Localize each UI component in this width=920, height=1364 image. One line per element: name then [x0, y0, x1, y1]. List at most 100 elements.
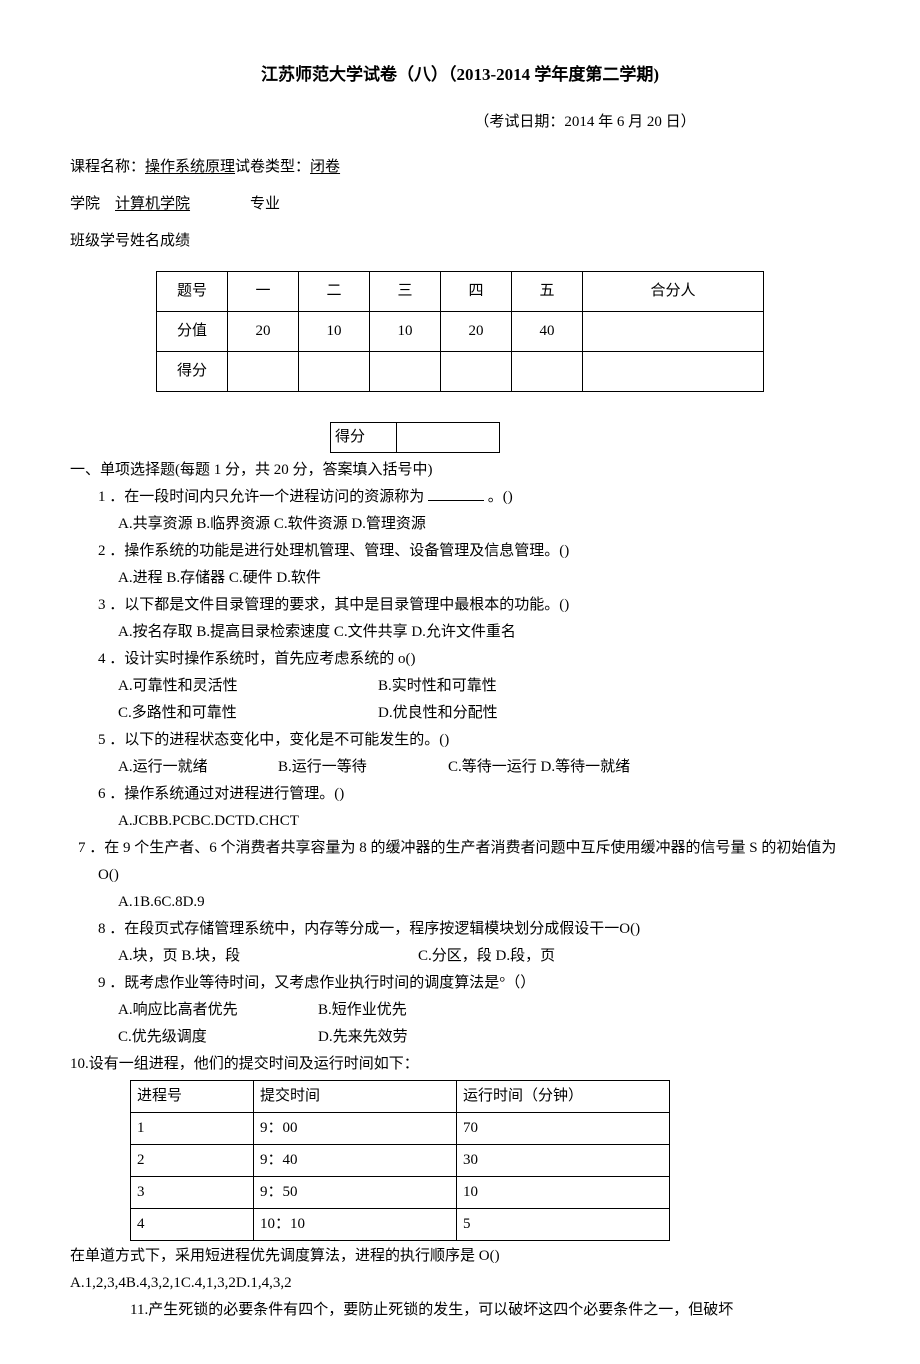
question-3: 3 ．以下都是文件目录管理的要求，其中是目录管理中最根本的功能。(): [98, 592, 850, 619]
header-cell: 四: [441, 271, 512, 311]
value-cell: [583, 311, 764, 351]
q4-options-row1: A.可靠性和灵活性B.实时性和可靠性: [118, 673, 850, 700]
header-cell: 一: [228, 271, 299, 311]
q8-opt-ab: A.块，页 B.块，段: [118, 943, 418, 970]
paper-type: 闭卷: [310, 159, 340, 175]
question-7: 7 ．在 9 个生产者、6 个消费者共享容量为 8 的缓冲器的生产者消费者问题中…: [98, 835, 850, 889]
q5-options: A.运行一就绪B.运行一等待C.等待一运行 D.等待一就绪: [118, 754, 850, 781]
blank-line: [428, 485, 484, 501]
header-cell: 二: [299, 271, 370, 311]
q1-options: A.共享资源 B.临界资源 C.软件资源 D.管理资源: [118, 511, 850, 538]
empty-cell: [299, 351, 370, 391]
q9-options-row1: A.响应比高者优先B.短作业优先: [118, 997, 850, 1024]
section-1-head: 一、单项选择题(每题 1 分，共 20 分，答案填入括号中): [70, 457, 850, 484]
header-cell: 进程号: [131, 1080, 254, 1112]
q4-opt-a: A.可靠性和灵活性: [118, 673, 378, 700]
meta-line-1: 课程名称：操作系统原理试卷类型：闭卷: [70, 154, 850, 181]
q6-options: A.JCBB.PCBC.DCTD.CHCT: [118, 808, 850, 835]
q10-options: A.1,2,3,4B.4,3,2,1C.4,1,3,2D.1,4,3,2: [70, 1270, 850, 1297]
q5-opt-b: B.运行一等待: [278, 754, 448, 781]
cell: 9：00: [254, 1112, 457, 1144]
q4-opt-d: D.优良性和分配性: [378, 700, 498, 727]
header-cell: 三: [370, 271, 441, 311]
table-row: 3 9：50 10: [131, 1176, 670, 1208]
q4-options-row2: C.多路性和可靠性D.优良性和分配性: [118, 700, 850, 727]
course-name: 操作系统原理: [145, 159, 235, 175]
value-cell: 10: [299, 311, 370, 351]
cell: 4: [131, 1208, 254, 1240]
header-cell: 五: [512, 271, 583, 311]
process-table: 进程号 提交时间 运行时间（分钟） 1 9：00 70 2 9：40 30 3 …: [130, 1080, 670, 1241]
cell: 9：50: [254, 1176, 457, 1208]
table-row: 题号 一 二 三 四 五 合分人: [157, 271, 764, 311]
q9-opt-c: C.优先级调度: [118, 1024, 318, 1051]
cell: 10：10: [254, 1208, 457, 1240]
question-2: 2 ．操作系统的功能是进行处理机管理、管理、设备管理及信息管理。(): [98, 538, 850, 565]
question-10: 10.设有一组进程，他们的提交时间及运行时间如下：: [70, 1051, 850, 1078]
q3-options: A.按名存取 B.提高目录检索速度 C.文件共享 D.允许文件重名: [118, 619, 850, 646]
cell: 2: [131, 1144, 254, 1176]
exam-date: （考试日期：2014 年 6 月 20 日）: [320, 109, 850, 136]
q9-opt-a: A.响应比高者优先: [118, 997, 318, 1024]
row-label: 分值: [157, 311, 228, 351]
meta-line-3: 班级学号姓名成绩: [70, 228, 850, 255]
question-5: 5 ．以下的进程状态变化中，变化是不可能发生的。(): [98, 727, 850, 754]
question-6: 6 ．操作系统通过对进程进行管理。(): [98, 781, 850, 808]
value-cell: 10: [370, 311, 441, 351]
meta-line-2: 学院 计算机学院 专业: [70, 191, 850, 218]
header-cell: 合分人: [583, 271, 764, 311]
paper-type-label: 试卷类型：: [235, 159, 310, 175]
cell: 30: [457, 1144, 670, 1176]
q1-text-a: 1 ．在一段时间内只允许一个进程访问的资源称为: [98, 489, 428, 505]
empty-cell: [441, 351, 512, 391]
cell: 1: [131, 1112, 254, 1144]
q8-options: A.块，页 B.块，段C.分区，段 D.段，页: [118, 943, 850, 970]
q10-tail: 在单道方式下，采用短进程优先调度算法，进程的执行顺序是 O(): [70, 1243, 850, 1270]
q4-opt-c: C.多路性和可靠性: [118, 700, 378, 727]
value-cell: 20: [228, 311, 299, 351]
q7-options: A.1B.6C.8D.9: [118, 889, 850, 916]
row-label: 得分: [157, 351, 228, 391]
major-label: 专业: [250, 196, 280, 212]
header-cell: 提交时间: [254, 1080, 457, 1112]
empty-cell: [370, 351, 441, 391]
q2-options: A.进程 B.存储器 C.硬件 D.软件: [118, 565, 850, 592]
q4-opt-b: B.实时性和可靠性: [378, 673, 497, 700]
table-row: 分值 20 10 10 20 40: [157, 311, 764, 351]
question-9: 9 ．既考虑作业等待时间，又考虑作业执行时间的调度算法是°（）: [98, 970, 850, 997]
header-cell: 题号: [157, 271, 228, 311]
q1-text-b: 。(): [484, 489, 513, 505]
table-row: 进程号 提交时间 运行时间（分钟）: [131, 1080, 670, 1112]
cell: 9：40: [254, 1144, 457, 1176]
q9-opt-b: B.短作业优先: [318, 997, 407, 1024]
table-row: 2 9：40 30: [131, 1144, 670, 1176]
header-cell: 运行时间（分钟）: [457, 1080, 670, 1112]
empty-cell: [512, 351, 583, 391]
cell: 10: [457, 1176, 670, 1208]
value-cell: 20: [441, 311, 512, 351]
q8-opt-cd: C.分区，段 D.段，页: [418, 943, 555, 970]
cell: 3: [131, 1176, 254, 1208]
cell: 5: [457, 1208, 670, 1240]
q9-opt-d: D.先来先效劳: [318, 1024, 408, 1051]
value-cell: 40: [512, 311, 583, 351]
empty-cell: [583, 351, 764, 391]
cell: 70: [457, 1112, 670, 1144]
score-box-value: [397, 422, 500, 452]
q5-opt-a: A.运行一就绪: [118, 754, 278, 781]
table-row: 1 9：00 70: [131, 1112, 670, 1144]
course-label: 课程名称：: [70, 159, 145, 175]
q9-options-row2: C.优先级调度D.先来先效劳: [118, 1024, 850, 1051]
question-1: 1 ．在一段时间内只允许一个进程访问的资源称为 。(): [98, 484, 850, 511]
table-row: 4 10：10 5: [131, 1208, 670, 1240]
empty-cell: [228, 351, 299, 391]
college-name: 计算机学院: [115, 196, 190, 212]
q5-opt-cd: C.等待一运行 D.等待一就绪: [448, 754, 630, 781]
score-box: 得分: [330, 422, 500, 453]
page-title: 江苏师范大学试卷（八）（2013-2014 学年度第二学期): [70, 60, 850, 91]
score-box-label: 得分: [331, 422, 397, 452]
score-table: 题号 一 二 三 四 五 合分人 分值 20 10 10 20 40 得分: [156, 271, 764, 392]
question-4: 4 ．设计实时操作系统时，首先应考虑系统的 o(): [98, 646, 850, 673]
college-label: 学院: [70, 196, 100, 212]
table-row: 得分: [157, 351, 764, 391]
